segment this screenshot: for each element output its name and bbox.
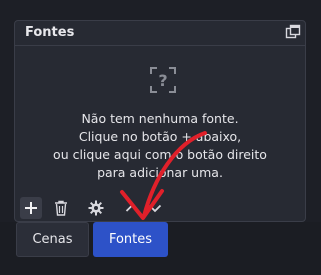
float-window-icon[interactable]: [285, 24, 301, 40]
remove-source-button[interactable]: [50, 197, 72, 219]
empty-message-line: Não tem nenhuma fonte.: [81, 111, 239, 126]
dock-titlebar: Fontes: [15, 21, 305, 46]
sources-dock: Fontes ? Não tem nenhuma fonte. Clique n…: [14, 20, 306, 222]
empty-message-line: para adicionar uma.: [97, 165, 223, 180]
empty-message-line: Clique no botão + abaixo,: [78, 129, 242, 144]
empty-message-line: ou clique aqui com o botão direito: [53, 147, 267, 162]
move-source-down-button[interactable]: [144, 197, 166, 219]
dock-tabbar: Cenas Fontes: [0, 222, 321, 275]
trash-icon: [55, 200, 67, 216]
plus-icon: [25, 202, 37, 214]
chevron-down-icon: [148, 204, 162, 213]
unknown-source-icon: ?: [149, 66, 177, 94]
tab-fontes[interactable]: Fontes: [93, 222, 168, 257]
svg-text:?: ?: [158, 71, 167, 90]
sources-empty-area[interactable]: ? Não tem nenhuma fonte. Clique no botão…: [15, 46, 305, 195]
gear-icon: [88, 200, 104, 216]
tab-cenas[interactable]: Cenas: [16, 222, 89, 257]
chevron-up-icon: [125, 204, 139, 212]
sources-toolbar: [15, 195, 305, 221]
source-properties-button[interactable]: [85, 197, 107, 219]
empty-sources-message: Não tem nenhuma fonte. Clique no botão +…: [15, 110, 305, 182]
move-source-up-button[interactable]: [121, 197, 143, 219]
dock-title: Fontes: [25, 25, 75, 40]
obs-window: Fontes ? Não tem nenhuma fonte. Clique n…: [0, 0, 321, 275]
add-source-button[interactable]: [20, 197, 42, 219]
